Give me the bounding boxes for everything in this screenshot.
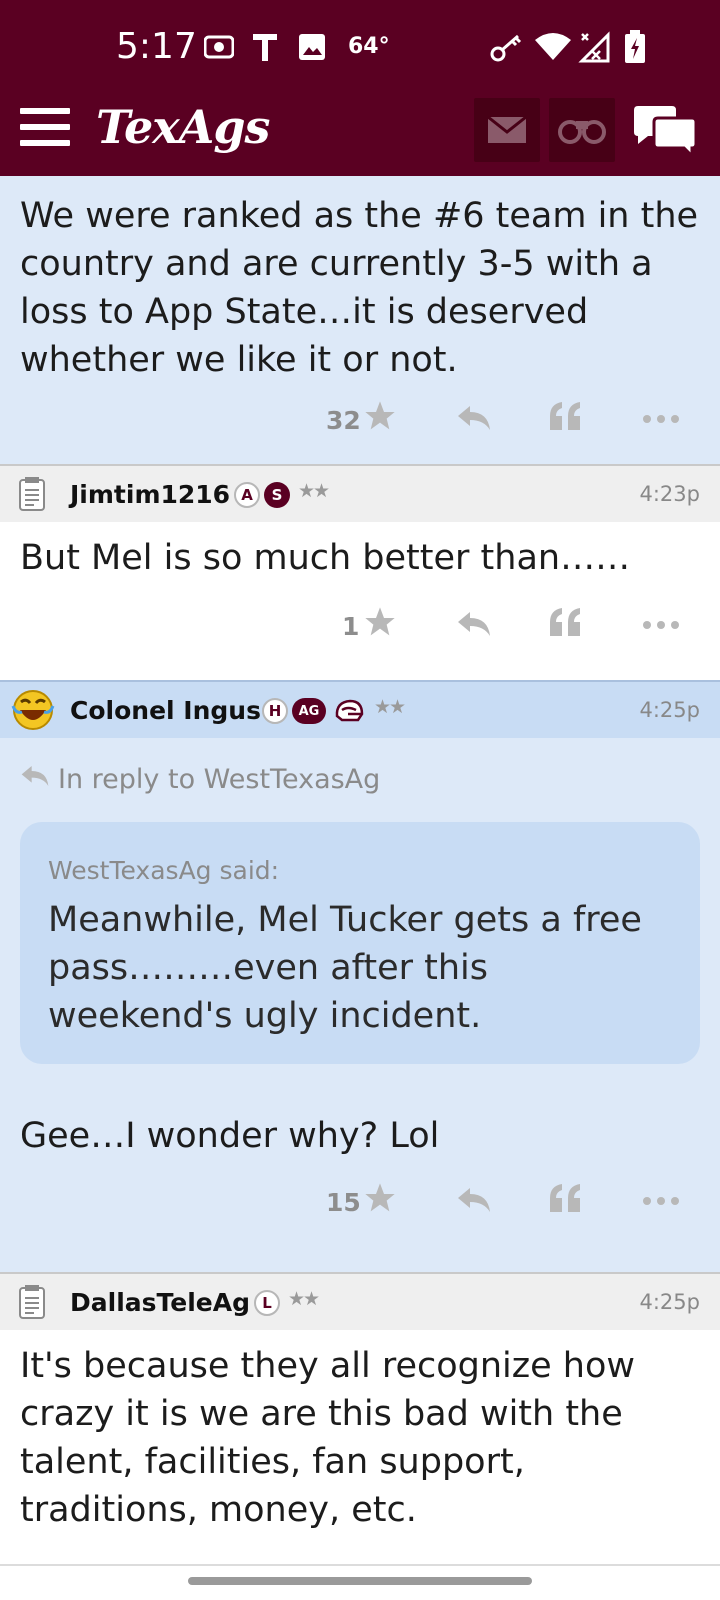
rank-stars: ★★ xyxy=(288,1288,320,1310)
post-actions: 1 xyxy=(0,602,720,652)
user-badge: H xyxy=(262,698,288,724)
quote-icon[interactable] xyxy=(548,606,582,638)
post-author-avatar-icon[interactable] xyxy=(18,1284,46,1320)
more-options-icon[interactable] xyxy=(642,620,680,630)
post-header: Jimtim1216 A S ★★ 4:23p xyxy=(0,464,720,522)
post-actions: 15 xyxy=(0,1178,720,1228)
post-time: 4:23p xyxy=(639,482,701,506)
app-logo[interactable]: TexAgs xyxy=(96,100,270,154)
menu-icon xyxy=(20,108,70,114)
reply-icon[interactable] xyxy=(456,404,492,432)
more-options-icon[interactable] xyxy=(642,1196,680,1206)
user-badge: A xyxy=(234,482,260,508)
quote-icon[interactable] xyxy=(548,400,582,432)
no-signal-icon xyxy=(578,30,612,64)
status-temperature: 64° xyxy=(348,34,390,59)
post-body: Gee…I wonder why? Lol xyxy=(20,1116,440,1156)
post-card: We were ranked as the #6 team in the cou… xyxy=(0,176,720,464)
user-badge: L xyxy=(254,1290,280,1316)
star-button-icon[interactable] xyxy=(364,606,396,638)
app-top-bar: 5:17 64° TexAgs xyxy=(0,0,720,176)
reply-icon[interactable] xyxy=(456,1186,492,1214)
rank-stars: ★★ xyxy=(298,480,330,502)
chat-bubbles-icon xyxy=(634,106,698,160)
mail-icon xyxy=(487,116,527,143)
star-count: 15 xyxy=(326,1188,361,1217)
app-header: TexAgs xyxy=(0,96,720,176)
star-button-icon[interactable] xyxy=(364,400,396,432)
menu-icon-bar xyxy=(20,140,70,146)
status-bar: 5:17 64° xyxy=(0,0,720,96)
post-card: DallasTeleAg L ★★ 4:25p It's because the… xyxy=(0,1272,720,1564)
post-username[interactable]: Jimtim1216 xyxy=(70,480,230,509)
post-body: It's because they all recognize how craz… xyxy=(20,1346,636,1530)
post-actions: 32 xyxy=(0,396,720,446)
camera-icon xyxy=(204,30,234,64)
t-app-icon xyxy=(252,30,278,64)
key-icon xyxy=(490,30,524,64)
star-count: 1 xyxy=(342,612,360,641)
post-card: Jimtim1216 A S ★★ 4:23p But Mel is so mu… xyxy=(0,464,720,680)
post-username[interactable]: Colonel Ingus xyxy=(70,696,261,725)
post-time: 4:25p xyxy=(639,1290,701,1314)
quote-author: WestTexasAg said: xyxy=(48,856,280,885)
status-time: 5:17 xyxy=(116,26,197,67)
quote-icon[interactable] xyxy=(548,1182,582,1214)
watch-button[interactable] xyxy=(549,98,615,162)
menu-button[interactable] xyxy=(20,108,70,148)
quote-block: WestTexasAg said: Meanwhile, Mel Tucker … xyxy=(20,822,700,1064)
post-body: But Mel is so much better than…… xyxy=(20,538,631,578)
wifi-icon xyxy=(534,30,572,64)
post-body: We were ranked as the #6 team in the cou… xyxy=(20,196,699,380)
post-author-avatar-icon[interactable] xyxy=(18,476,46,512)
binoculars-icon xyxy=(558,120,606,144)
post-username[interactable]: DallasTeleAg xyxy=(70,1288,250,1317)
in-reply-to-link[interactable]: In reply to WestTexasAg xyxy=(58,764,380,795)
post-time: 4:25p xyxy=(639,698,701,722)
helmet-badge-icon xyxy=(335,699,364,722)
reply-arrow-icon xyxy=(21,766,49,786)
battery-charging-icon xyxy=(624,30,646,64)
quote-text: Meanwhile, Mel Tucker gets a free pass……… xyxy=(48,900,642,1036)
post-header: DallasTeleAg L ★★ 4:25p xyxy=(0,1272,720,1330)
more-options-icon[interactable] xyxy=(642,414,680,424)
post-card: Colonel Ingus H AG ★★ 4:25p In reply to … xyxy=(0,680,720,1272)
reply-icon[interactable] xyxy=(456,610,492,638)
divider xyxy=(0,1564,720,1566)
rank-stars: ★★ xyxy=(374,696,406,718)
image-icon xyxy=(298,30,326,64)
laughing-emoji-avatar-icon[interactable] xyxy=(10,688,56,732)
chat-button[interactable] xyxy=(632,104,698,160)
user-badge: AG xyxy=(292,698,326,724)
user-badge: S xyxy=(264,482,290,508)
post-header: Colonel Ingus H AG ★★ 4:25p xyxy=(0,680,720,738)
menu-icon-bar xyxy=(20,124,70,130)
messages-button[interactable] xyxy=(474,98,540,162)
gesture-home-bar[interactable] xyxy=(188,1577,532,1585)
star-button-icon[interactable] xyxy=(364,1182,396,1214)
star-count: 32 xyxy=(326,406,361,435)
